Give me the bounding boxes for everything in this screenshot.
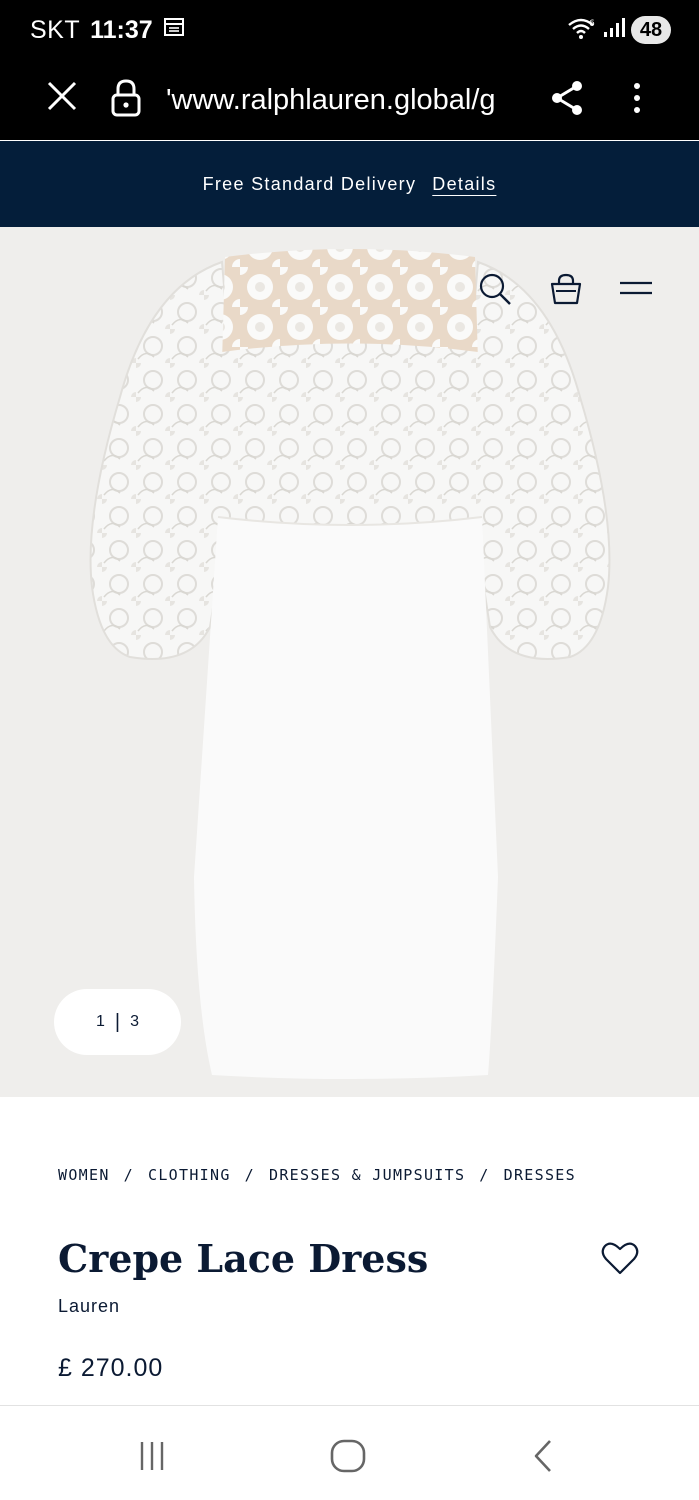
recent-apps-icon [140, 1442, 164, 1470]
site-header-icons [0, 271, 699, 311]
breadcrumb-item[interactable]: WOMEN [58, 1166, 110, 1184]
gallery-current-index: 1 [95, 1013, 105, 1030]
breadcrumb-separator: / [479, 1166, 490, 1184]
product-image [89, 249, 611, 1079]
share-icon [552, 81, 582, 115]
search-button[interactable] [477, 271, 513, 307]
signal-icon [603, 17, 625, 44]
wishlist-button[interactable] [600, 1238, 640, 1278]
browser-toolbar: 'www.ralphlauren.global/g [0, 60, 699, 140]
dot-icon [634, 95, 640, 101]
more-options-button[interactable] [624, 76, 650, 120]
wifi-icon: 6 [567, 16, 597, 45]
close-icon [47, 81, 77, 111]
promo-text: Free Standard Delivery [202, 173, 417, 194]
share-button[interactable] [548, 78, 588, 118]
svg-text:6: 6 [589, 19, 595, 29]
breadcrumb-separator: / [244, 1166, 255, 1184]
gallery-separator: | [114, 1011, 121, 1033]
product-brand: Lauren [58, 1296, 121, 1316]
back-icon [534, 1440, 551, 1472]
product-image-gallery[interactable]: 1 | 3 [0, 227, 699, 1097]
lock-icon[interactable] [108, 78, 144, 118]
dot-icon [634, 83, 640, 89]
promo-banner: Free Standard Delivery Details [0, 141, 699, 227]
promo-details-link[interactable]: Details [432, 174, 496, 195]
system-navigation-bar [0, 1405, 699, 1500]
breadcrumb: WOMEN / CLOTHING / DRESSES & JUMPSUITS /… [58, 1166, 576, 1184]
calendar-icon [163, 16, 185, 45]
shopping-bag-button[interactable] [548, 271, 584, 307]
clock: 11:37 [90, 15, 153, 44]
home-button[interactable] [326, 1436, 370, 1476]
heart-icon [601, 1242, 639, 1275]
recent-apps-button[interactable] [130, 1436, 174, 1476]
gallery-pager: 1 | 3 [54, 989, 181, 1055]
product-price: £ 270.00 [58, 1354, 164, 1382]
status-left: SKT 11:37 [30, 14, 185, 46]
product-title: Crepe Lace Dress [58, 1236, 429, 1281]
gallery-total: 3 [130, 1013, 139, 1030]
breadcrumb-item[interactable]: DRESSES & JUMPSUITS [269, 1166, 465, 1184]
hamburger-menu-icon [620, 281, 652, 295]
menu-button[interactable] [618, 271, 654, 307]
home-icon [330, 1439, 366, 1473]
url-field[interactable]: 'www.ralphlauren.global/g [166, 80, 522, 120]
breadcrumb-separator: / [123, 1166, 134, 1184]
breadcrumb-item[interactable]: DRESSES [504, 1166, 576, 1184]
battery-indicator: 48 [631, 16, 671, 44]
dot-icon [634, 107, 640, 113]
shopping-bag-icon [550, 273, 582, 305]
close-tab-button[interactable] [44, 78, 80, 114]
back-button[interactable] [522, 1436, 566, 1476]
breadcrumb-item[interactable]: CLOTHING [148, 1166, 231, 1184]
search-icon [479, 273, 511, 305]
carrier-label: SKT [30, 15, 81, 44]
status-bar: SKT 11:37 6 48 [0, 0, 699, 60]
status-right: 6 48 [567, 14, 671, 46]
